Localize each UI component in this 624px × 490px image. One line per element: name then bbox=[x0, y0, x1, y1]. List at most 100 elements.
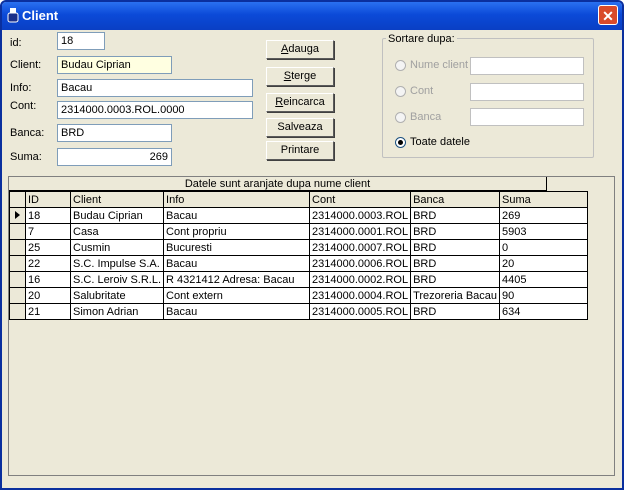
table-row[interactable]: 21 Simon Adrian Bacau 2314000.0005.ROL BRD 63… bbox=[9, 303, 589, 320]
table-cell[interactable]: Bacau bbox=[163, 303, 311, 320]
sort-radio-toate-datele[interactable] bbox=[395, 137, 406, 148]
app-icon bbox=[7, 8, 19, 23]
table-cell[interactable]: 2314000.0004.ROL bbox=[309, 287, 412, 304]
table-cell[interactable]: Cont extern bbox=[163, 287, 311, 304]
adauga-button[interactable]: Adauga bbox=[266, 40, 334, 59]
table-cell[interactable]: 25 bbox=[25, 239, 71, 256]
table-cell[interactable]: 2314000.0006.ROL bbox=[309, 255, 412, 272]
table-cell[interactable]: 7 bbox=[25, 223, 71, 240]
id-field[interactable]: 18 bbox=[57, 32, 105, 50]
reincarca-label: eincarca bbox=[283, 96, 325, 108]
sort-input-cont[interactable] bbox=[470, 83, 584, 101]
table-cell[interactable]: 2314000.0001.ROL bbox=[309, 223, 412, 240]
table-row[interactable]: 7 Casa Cont propriu 2314000.0001.ROL BRD 5903 bbox=[9, 223, 589, 240]
table-row[interactable]: 18 Budau Ciprian Bacau 2314000.0003.ROL BRD 2… bbox=[9, 207, 589, 224]
row-selector[interactable] bbox=[9, 239, 26, 256]
table-cell[interactable]: 18 bbox=[25, 207, 71, 224]
row-selector[interactable] bbox=[9, 207, 26, 224]
table-cell[interactable]: 634 bbox=[499, 303, 589, 320]
banca-label: Banca: bbox=[10, 127, 45, 139]
suma-field[interactable]: 269 bbox=[57, 148, 172, 166]
banca-field[interactable]: BRD bbox=[57, 124, 172, 142]
table-cell[interactable]: 269 bbox=[499, 207, 589, 224]
sort-label-cont: Cont bbox=[410, 85, 434, 97]
table-row[interactable]: 22 S.C. Impulse S.A. Bacau 2314000.0006.ROL… bbox=[9, 255, 589, 272]
table-row[interactable]: 25 Cusmin Bucuresti 2314000.0007.ROL BRD 0 bbox=[9, 239, 589, 256]
table-cell[interactable]: BRD bbox=[410, 207, 501, 224]
sterge-button[interactable]: Sterge bbox=[266, 67, 334, 86]
table-cell[interactable]: 20 bbox=[499, 255, 589, 272]
table-cell[interactable]: R 4321412 Adresa: Bacau bbox=[163, 271, 311, 288]
row-selector[interactable] bbox=[9, 287, 26, 304]
table-cell[interactable]: Cusmin bbox=[69, 239, 165, 256]
table-cell[interactable]: 5903 bbox=[499, 223, 589, 240]
sort-group-title: Sortare dupa: bbox=[386, 33, 457, 45]
table-cell[interactable]: 21 bbox=[25, 303, 71, 320]
sort-radio-nume-client[interactable] bbox=[395, 60, 406, 71]
id-label: id: bbox=[10, 37, 22, 49]
table-cell[interactable]: Cont propriu bbox=[163, 223, 311, 240]
sort-input-banca[interactable] bbox=[470, 108, 584, 126]
grid-header-row: ID Client Info Cont Banca Suma bbox=[9, 191, 589, 208]
row-selector[interactable] bbox=[9, 223, 26, 240]
table-cell[interactable]: BRD bbox=[410, 223, 501, 240]
table-row[interactable]: 20 Salubritate Cont extern 2314000.0004.ROL… bbox=[9, 287, 589, 304]
table-cell[interactable]: BRD bbox=[410, 271, 501, 288]
grid-column-header[interactable]: Banca bbox=[410, 191, 501, 208]
table-cell[interactable]: S.C. Impulse S.A. bbox=[69, 255, 165, 272]
sort-label-banca: Banca bbox=[410, 111, 442, 123]
reincarca-hotkey: R bbox=[275, 96, 284, 108]
table-cell[interactable]: 0 bbox=[499, 239, 589, 256]
table-cell[interactable]: 90 bbox=[499, 287, 589, 304]
table-cell[interactable]: Trezoreria Bacau bbox=[410, 287, 501, 304]
client-window: Client ✕ id: 18 Client: Budau Ciprian In… bbox=[0, 0, 624, 490]
grid-column-header[interactable]: Cont bbox=[309, 191, 412, 208]
table-cell[interactable]: 20 bbox=[25, 287, 71, 304]
table-cell[interactable]: Casa bbox=[69, 223, 165, 240]
table-cell[interactable]: Bacau bbox=[163, 207, 311, 224]
table-cell[interactable]: 2314000.0007.ROL bbox=[309, 239, 412, 256]
row-selector[interactable] bbox=[9, 255, 26, 272]
table-cell[interactable]: Salubritate bbox=[69, 287, 165, 304]
title-bar[interactable]: Client ✕ bbox=[2, 2, 622, 30]
close-button[interactable]: ✕ bbox=[598, 5, 618, 25]
table-cell[interactable]: 4405 bbox=[499, 271, 589, 288]
table-cell[interactable]: Simon Adrian bbox=[69, 303, 165, 320]
client-field[interactable]: Budau Ciprian bbox=[57, 56, 172, 74]
close-icon: ✕ bbox=[602, 8, 614, 24]
table-cell[interactable]: Bucuresti bbox=[163, 239, 311, 256]
row-selector[interactable] bbox=[9, 271, 26, 288]
table-cell[interactable]: Budau Ciprian bbox=[69, 207, 165, 224]
table-cell[interactable]: Bacau bbox=[163, 255, 311, 272]
sterge-label: terge bbox=[291, 70, 317, 82]
current-row-indicator-icon bbox=[15, 210, 20, 219]
info-field[interactable]: Bacau bbox=[57, 79, 253, 97]
table-cell[interactable]: S.C. Leroiv S.R.L. bbox=[69, 271, 165, 288]
table-cell[interactable]: BRD bbox=[410, 303, 501, 320]
grid-column-header[interactable]: Suma bbox=[499, 191, 589, 208]
table-cell[interactable]: 2314000.0002.ROL bbox=[309, 271, 412, 288]
salveaza-button[interactable]: Salveaza bbox=[266, 118, 334, 137]
table-cell[interactable]: 2314000.0003.ROL bbox=[309, 207, 412, 224]
table-cell[interactable]: BRD bbox=[410, 239, 501, 256]
grid-column-header[interactable]: Client bbox=[69, 191, 165, 208]
sort-radio-cont[interactable] bbox=[395, 86, 406, 97]
adauga-label: dauga bbox=[288, 43, 319, 55]
table-cell[interactable]: 16 bbox=[25, 271, 71, 288]
cont-field[interactable]: 2314000.0003.ROL.0000 bbox=[57, 101, 253, 119]
table-cell[interactable]: BRD bbox=[410, 255, 501, 272]
client-label: Client: bbox=[10, 59, 42, 71]
sort-radio-banca[interactable] bbox=[395, 112, 406, 123]
grid-column-header[interactable]: Info bbox=[163, 191, 311, 208]
table-cell[interactable]: 22 bbox=[25, 255, 71, 272]
table-cell[interactable]: 2314000.0005.ROL bbox=[309, 303, 412, 320]
reincarca-button[interactable]: Reincarca bbox=[266, 93, 334, 112]
sort-label-toate-datele: Toate datele bbox=[410, 136, 470, 148]
printare-button[interactable]: Printare bbox=[266, 141, 334, 160]
table-row[interactable]: 16 S.C. Leroiv S.R.L. R 4321412 Adresa: Ba… bbox=[9, 271, 589, 288]
row-selector[interactable] bbox=[9, 303, 26, 320]
window-title: Client bbox=[22, 8, 59, 23]
grid-corner-cell bbox=[9, 191, 26, 208]
grid-column-header[interactable]: ID bbox=[25, 191, 71, 208]
sort-input-nume-client[interactable] bbox=[470, 57, 584, 75]
